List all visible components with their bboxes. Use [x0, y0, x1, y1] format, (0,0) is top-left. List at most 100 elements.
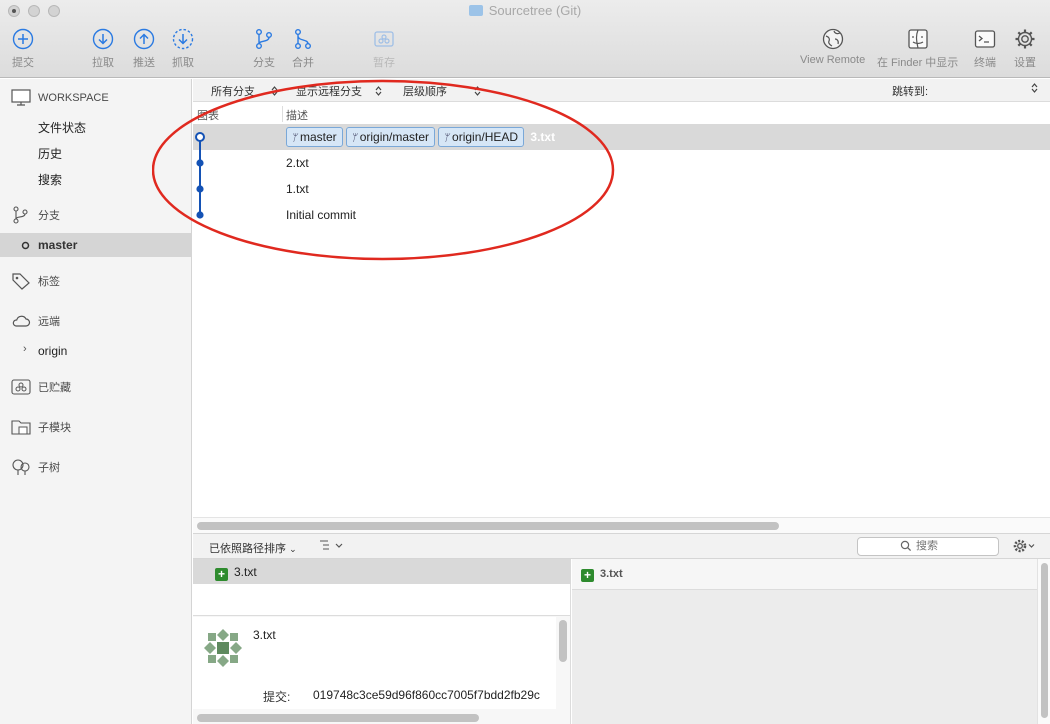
sidebar-item-label: 文件状态: [38, 120, 87, 135]
graph-node: [196, 159, 204, 167]
sidebar-remotes-header[interactable]: 远端: [0, 309, 192, 333]
commit-hash[interactable]: 019748c3ce59d96f860cc7005f7bdd2fb29c: [313, 688, 557, 702]
view-remote-button[interactable]: View Remote: [800, 28, 865, 66]
diff-panel: +3.txt: [572, 559, 1050, 724]
sidebar-workspace-header: WORKSPACE: [0, 86, 192, 110]
history-horizontal-scrollbar[interactable]: [193, 517, 1050, 533]
sidebar-item-label: 搜索: [38, 172, 63, 187]
search-input[interactable]: [916, 540, 996, 552]
commit-message: Initial commit: [286, 208, 357, 222]
folder-icon: [468, 5, 483, 16]
stash-button[interactable]: 暂存: [373, 28, 395, 70]
titlebar: Sourcetree (Git) 提交 拉取 推送 抓取 分支 合并 暂存 Vi…: [0, 0, 1050, 78]
terminal-button[interactable]: 终端: [974, 28, 996, 70]
stash-label: 暂存: [373, 57, 395, 69]
branch-tag-label: origin/HEAD: [452, 130, 519, 144]
commit-row[interactable]: 2.txt: [193, 150, 1050, 176]
diff-vertical-scrollbar[interactable]: [1037, 559, 1050, 724]
updown-chevron-icon: [474, 86, 481, 96]
scrollbar-thumb[interactable]: [1041, 563, 1048, 718]
sidebar-subtrees-label: 子树: [38, 462, 60, 474]
commit-button[interactable]: 提交: [12, 28, 34, 70]
arrow-up-circle-icon: [133, 28, 155, 50]
description-column-header[interactable]: 描述: [286, 107, 308, 123]
plus-circle-icon: [12, 28, 34, 50]
diff-file-header: +3.txt: [572, 559, 1037, 590]
commit-detail-message: 3.txt: [253, 628, 276, 642]
pull-button[interactable]: 拉取: [92, 28, 114, 70]
finder-icon: [907, 29, 928, 49]
graph-column-header[interactable]: 图表: [197, 107, 219, 123]
order-dropdown[interactable]: 层级顺序: [403, 83, 481, 99]
all-branches-label: 所有分支: [211, 86, 255, 98]
branch-icon: ᛘ: [291, 133, 297, 144]
changed-files-list: +3.txt: [193, 559, 571, 615]
list-tree-icon: [320, 540, 343, 550]
jump-to-text: 跳转到:: [892, 86, 929, 98]
column-divider[interactable]: [282, 106, 283, 122]
commit-details-panel: 3.txt 提交: 019748c3ce59d96f860cc7005f7bdd…: [193, 615, 571, 724]
sidebar-item-search[interactable]: 搜索: [0, 167, 192, 191]
sidebar: WORKSPACE 文件状态 历史 搜索 分支 master 标签 远端 › o…: [0, 79, 192, 724]
branch-icon: [256, 29, 272, 49]
scrollbar-thumb[interactable]: [197, 522, 779, 530]
file-added-icon: +: [581, 569, 594, 582]
show-in-finder-button[interactable]: 在 Finder 中显示: [877, 28, 958, 70]
branch-button[interactable]: 分支: [253, 28, 275, 70]
sidebar-stashes-header[interactable]: 已贮藏: [0, 375, 192, 399]
push-button[interactable]: 推送: [133, 28, 155, 70]
fetch-button[interactable]: 抓取: [172, 28, 194, 70]
file-entry: +3.txt: [215, 565, 257, 581]
file-search-box[interactable]: [857, 537, 999, 556]
commit-message: 2.txt: [286, 156, 309, 170]
commit-row[interactable]: 1.txt: [193, 176, 1050, 202]
file-options-dropdown[interactable]: [1013, 538, 1037, 557]
details-vertical-scrollbar-thumb[interactable]: [559, 620, 567, 662]
monitor-icon: [11, 89, 31, 106]
updown-chevron-icon: [271, 86, 278, 96]
window-title-text: Sourcetree (Git): [488, 3, 582, 18]
file-name: 3.txt: [234, 565, 257, 579]
branch-icon: ᛘ: [350, 133, 357, 144]
commit-message: 3.txt: [530, 130, 556, 144]
sourcetree-window: Sourcetree (Git) 提交 拉取 推送 抓取 分支 合并 暂存 Vi…: [0, 0, 1050, 724]
commit-label: 提交: [12, 57, 34, 69]
pull-label: 拉取: [92, 57, 114, 69]
sort-by-path-dropdown[interactable]: 已依照路径排序 ⌄: [209, 540, 297, 556]
branch-tag-master: ᛘ master: [286, 127, 343, 147]
commit-row[interactable]: ᛘ master ᛘ origin/master ᛘ origin/HEAD 3.txt: [193, 124, 1050, 150]
all-branches-dropdown[interactable]: 所有分支: [211, 83, 278, 99]
sidebar-remotes-label: 远端: [38, 316, 60, 328]
graph-node: [196, 185, 204, 193]
merge-button[interactable]: 合并: [292, 28, 314, 70]
list-view-dropdown[interactable]: [319, 539, 345, 556]
sidebar-tags-header[interactable]: 标签: [0, 269, 192, 293]
sidebar-subtrees-header[interactable]: 子树: [0, 455, 192, 479]
arrow-down-circle-icon: [92, 28, 114, 50]
sidebar-branches-header[interactable]: 分支: [0, 203, 192, 227]
chevron-right-icon[interactable]: ›: [23, 343, 27, 355]
show-remote-branches-dropdown[interactable]: 显示远程分支: [296, 83, 382, 99]
settings-button[interactable]: 设置: [1014, 28, 1036, 70]
gear-icon: [1013, 539, 1035, 553]
sidebar-item-history[interactable]: 历史: [0, 141, 192, 165]
sidebar-item-label: 历史: [38, 146, 63, 161]
diff-file-name: 3.txt: [600, 568, 623, 580]
file-row[interactable]: +3.txt: [193, 559, 571, 584]
sidebar-item-file-status[interactable]: 文件状态: [0, 115, 192, 139]
details-horizontal-scrollbar-thumb[interactable]: [197, 714, 479, 722]
file-list-toolbar: 已依照路径排序 ⌄: [193, 533, 1050, 559]
jump-to-dropdown[interactable]: [1031, 83, 1038, 95]
branch-tag-label: master: [300, 130, 337, 144]
commit-row[interactable]: Initial commit: [193, 202, 1050, 228]
current-branch-icon: [21, 241, 30, 249]
fetch-circle-icon: [172, 28, 194, 50]
sidebar-item-remote-origin[interactable]: › origin: [0, 339, 192, 363]
stash-icon: [374, 31, 394, 47]
show-in-finder-label: 在 Finder 中显示: [877, 57, 959, 69]
sidebar-submodules-header[interactable]: 子模块: [0, 415, 192, 439]
terminal-icon: [974, 30, 996, 48]
sidebar-item-branch-master[interactable]: master: [0, 233, 192, 257]
sort-label: 已依照路径排序: [209, 543, 286, 555]
terminal-label: 终端: [974, 57, 996, 69]
